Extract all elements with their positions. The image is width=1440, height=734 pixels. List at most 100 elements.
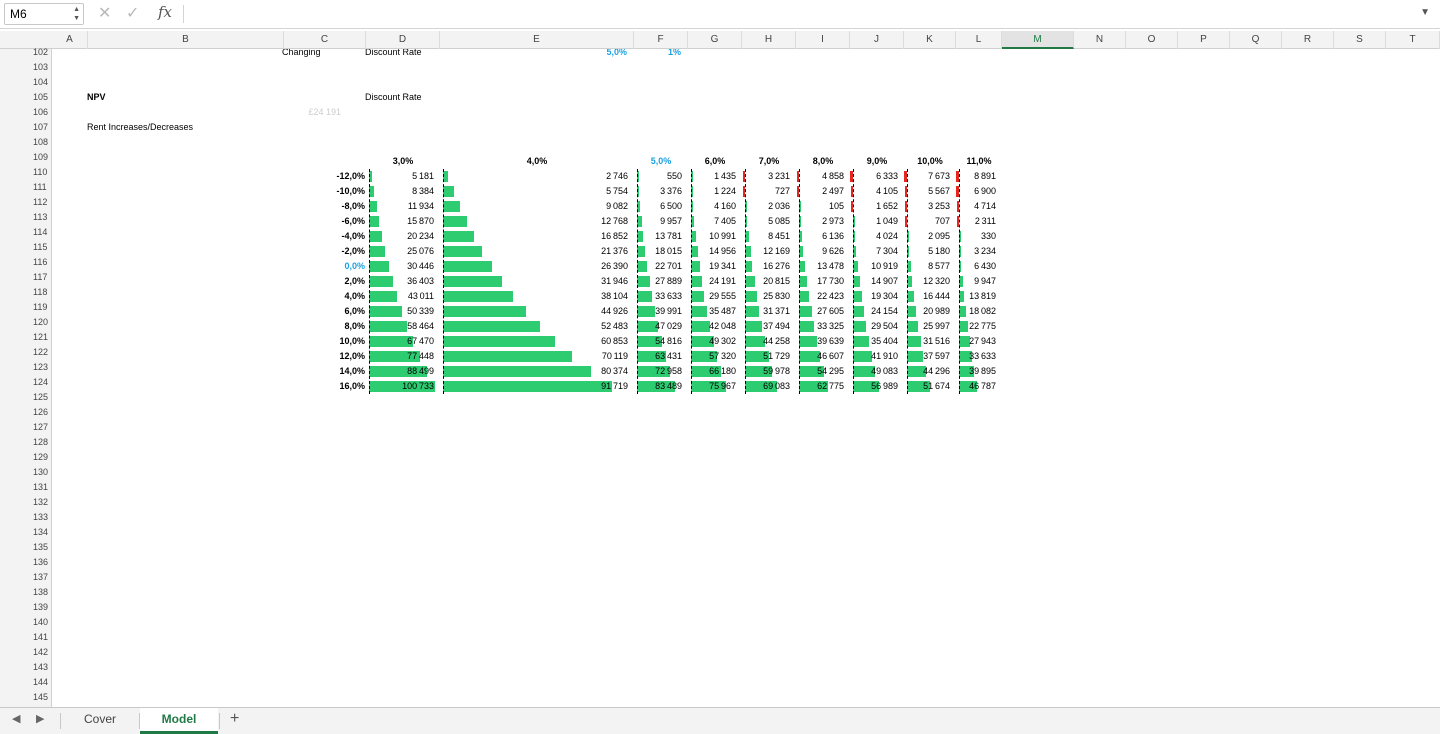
row-header-126[interactable]: 126: [0, 405, 52, 420]
npv-value-cell[interactable]: 80 374: [440, 364, 628, 379]
npv-value-cell[interactable]: 88 499: [366, 364, 434, 379]
column-header-i[interactable]: I: [796, 31, 850, 49]
npv-value-cell[interactable]: 56 989: [850, 379, 898, 394]
npv-value-cell[interactable]: 31 516: [904, 334, 950, 349]
npv-value-cell[interactable]: 100 733: [366, 379, 434, 394]
rent-change-label[interactable]: -6,0%: [284, 214, 365, 229]
npv-value-cell[interactable]: 19 304: [850, 289, 898, 304]
npv-value-cell[interactable]: 10 991: [688, 229, 736, 244]
row-header-138[interactable]: 138: [0, 585, 52, 600]
npv-value-cell[interactable]: 35 404: [850, 334, 898, 349]
npv-value-cell[interactable]: 8 891: [956, 169, 996, 184]
cell-f102[interactable]: 5,0%: [552, 49, 627, 60]
column-header-h[interactable]: H: [742, 31, 796, 49]
row-header-103[interactable]: 103: [0, 60, 52, 75]
row-header-113[interactable]: 113: [0, 210, 52, 225]
npv-value-cell[interactable]: 33 633: [634, 289, 682, 304]
npv-value-cell[interactable]: 16 444: [904, 289, 950, 304]
npv-value-cell[interactable]: 42 048: [688, 319, 736, 334]
npv-value-cell[interactable]: 4 858: [796, 169, 844, 184]
rate-header[interactable]: 11,0%: [956, 154, 1002, 169]
row-header-116[interactable]: 116: [0, 255, 52, 270]
npv-value-cell[interactable]: 38 104: [440, 289, 628, 304]
row-header-137[interactable]: 137: [0, 570, 52, 585]
npv-value-cell[interactable]: 47 029: [634, 319, 682, 334]
column-header-p[interactable]: P: [1178, 31, 1230, 49]
row-header-104[interactable]: 104: [0, 75, 52, 90]
npv-value-cell[interactable]: 1 224: [688, 184, 736, 199]
npv-value-cell[interactable]: 52 483: [440, 319, 628, 334]
npv-value-cell[interactable]: 44 296: [904, 364, 950, 379]
rate-header[interactable]: 9,0%: [850, 154, 904, 169]
npv-value-cell[interactable]: 51 729: [742, 349, 790, 364]
npv-value-cell[interactable]: 3 253: [904, 199, 950, 214]
npv-value-cell[interactable]: 37 494: [742, 319, 790, 334]
row-header-118[interactable]: 118: [0, 285, 52, 300]
column-header-d[interactable]: D: [366, 31, 440, 49]
npv-value-cell[interactable]: 7 304: [850, 244, 898, 259]
npv-value-cell[interactable]: 707: [904, 214, 950, 229]
rent-change-label[interactable]: -4,0%: [284, 229, 365, 244]
npv-value-cell[interactable]: 550: [634, 169, 682, 184]
rent-change-label[interactable]: 0,0%: [284, 259, 365, 274]
npv-value-cell[interactable]: 16 852: [440, 229, 628, 244]
rent-change-label[interactable]: 8,0%: [284, 319, 365, 334]
npv-value-cell[interactable]: 25 830: [742, 289, 790, 304]
row-header-112[interactable]: 112: [0, 195, 52, 210]
row-header-136[interactable]: 136: [0, 555, 52, 570]
rent-changes-label[interactable]: Rent Increases/Decreases: [87, 120, 193, 135]
column-header-o[interactable]: O: [1126, 31, 1178, 49]
npv-value-cell[interactable]: 50 339: [366, 304, 434, 319]
rate-header[interactable]: 5,0%: [634, 154, 688, 169]
npv-value-cell[interactable]: 11 934: [366, 199, 434, 214]
row-header-111[interactable]: 111: [0, 180, 52, 195]
npv-value-cell[interactable]: 39 991: [634, 304, 682, 319]
column-header-k[interactable]: K: [904, 31, 956, 49]
cell-c102[interactable]: Changing: [282, 49, 321, 60]
row-header-144[interactable]: 144: [0, 675, 52, 690]
npv-value-cell[interactable]: 5 567: [904, 184, 950, 199]
row-header-141[interactable]: 141: [0, 630, 52, 645]
row-header-109[interactable]: 109: [0, 150, 52, 165]
column-header-t[interactable]: T: [1386, 31, 1440, 49]
npv-value-cell[interactable]: 22 701: [634, 259, 682, 274]
rent-change-label[interactable]: 16,0%: [284, 379, 365, 394]
npv-value-cell[interactable]: 51 674: [904, 379, 950, 394]
npv-value-cell[interactable]: 4 105: [850, 184, 898, 199]
row-header-131[interactable]: 131: [0, 480, 52, 495]
npv-value-cell[interactable]: 12 320: [904, 274, 950, 289]
row-header-139[interactable]: 139: [0, 600, 52, 615]
npv-value-cell[interactable]: 4 714: [956, 199, 996, 214]
rent-change-label[interactable]: 4,0%: [284, 289, 365, 304]
row-header-123[interactable]: 123: [0, 360, 52, 375]
npv-value-cell[interactable]: 63 431: [634, 349, 682, 364]
npv-value-cell[interactable]: 5 180: [904, 244, 950, 259]
npv-value-cell[interactable]: 33 325: [796, 319, 844, 334]
row-header-135[interactable]: 135: [0, 540, 52, 555]
npv-value-cell[interactable]: 66 180: [688, 364, 736, 379]
npv-value-cell[interactable]: 44 258: [742, 334, 790, 349]
rent-change-label[interactable]: -12,0%: [284, 169, 365, 184]
row-header-114[interactable]: 114: [0, 225, 52, 240]
next-sheet-icon[interactable]: ▶: [36, 712, 44, 725]
tab-cover[interactable]: Cover: [62, 708, 138, 734]
npv-value-cell[interactable]: 41 910: [850, 349, 898, 364]
npv-value-cell[interactable]: 6 430: [956, 259, 996, 274]
npv-value-cell[interactable]: 39 895: [956, 364, 996, 379]
npv-value-cell[interactable]: 5 181: [366, 169, 434, 184]
row-header-120[interactable]: 120: [0, 315, 52, 330]
npv-value-cell[interactable]: 36 403: [366, 274, 434, 289]
npv-value-cell[interactable]: 2 973: [796, 214, 844, 229]
rate-header[interactable]: 8,0%: [796, 154, 850, 169]
npv-value-cell[interactable]: 22 423: [796, 289, 844, 304]
npv-value-cell[interactable]: 57 320: [688, 349, 736, 364]
row-header-128[interactable]: 128: [0, 435, 52, 450]
rent-change-label[interactable]: 2,0%: [284, 274, 365, 289]
npv-value-cell[interactable]: 27 889: [634, 274, 682, 289]
add-sheet-icon[interactable]: +: [230, 710, 239, 728]
npv-value-cell[interactable]: 7 405: [688, 214, 736, 229]
npv-value-cell[interactable]: 17 730: [796, 274, 844, 289]
column-header-m[interactable]: M: [1002, 31, 1074, 49]
npv-value-cell[interactable]: 2 746: [440, 169, 628, 184]
row-header-129[interactable]: 129: [0, 450, 52, 465]
